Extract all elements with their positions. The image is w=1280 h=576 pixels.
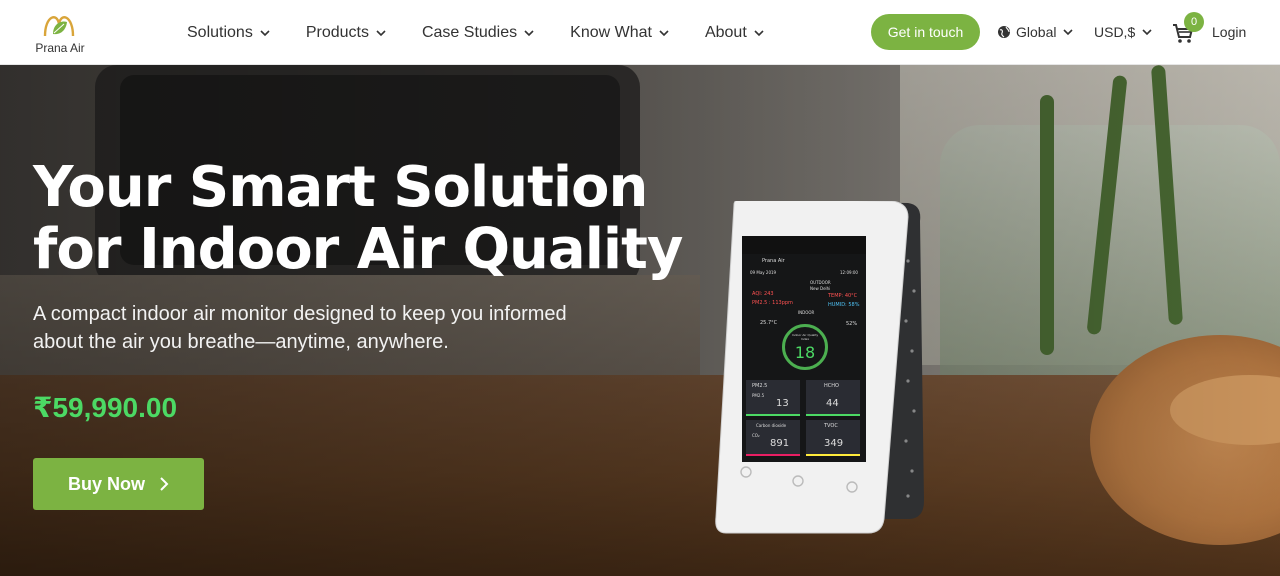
screen-date: 09 May 2019	[750, 270, 777, 275]
screen-index-value: 18	[794, 343, 816, 362]
device-screen: Prana Air 09 May 2019 12:09:00 OUTDOOR N…	[742, 254, 866, 462]
nav-know-what[interactable]: Know What	[570, 24, 669, 42]
chevron-down-icon	[260, 29, 270, 36]
region-selector[interactable]: Global	[997, 24, 1074, 40]
main-nav: Solutions Products Case Studies Know Wha…	[187, 0, 800, 65]
site-header: Prana Air Solutions Products Case Studie…	[0, 0, 1280, 65]
brand-logo[interactable]: Prana Air	[29, 10, 89, 56]
screen-tile-co2: Carbon dioxide CO₂ 891	[746, 420, 800, 456]
hero-description: A compact indoor air monitor designed to…	[33, 303, 567, 353]
screen-location: New Delhi	[810, 286, 831, 291]
get-in-touch-button[interactable]: Get in touch	[871, 14, 980, 50]
screen-indoor-humid: 52%	[846, 321, 858, 327]
nav-about-label: About	[704, 23, 747, 41]
buy-now-button[interactable]: Buy Now	[33, 458, 204, 510]
tile-value: 44	[826, 398, 839, 409]
chevron-down-icon	[376, 29, 386, 36]
screen-index-label: Indoor Air Quality Index	[791, 333, 819, 341]
nav-about[interactable]: About	[705, 24, 764, 42]
currency-selector[interactable]: USD,$	[1094, 24, 1152, 40]
chevron-down-icon	[524, 29, 534, 36]
screen-indoor-temp: 25.7°C	[760, 320, 778, 326]
nav-know-what-label: Know What	[570, 23, 652, 41]
screen-brand: Prana Air	[762, 258, 785, 264]
nav-products[interactable]: Products	[306, 24, 386, 42]
region-label: Global	[1016, 24, 1057, 40]
product-price: ₹59,990.00	[33, 392, 178, 423]
nav-case-studies[interactable]: Case Studies	[422, 24, 534, 42]
hero-banner: Your Smart Solution for Indoor Air Quali…	[0, 65, 1280, 576]
globe-icon	[998, 26, 1010, 38]
chevron-down-icon	[1063, 29, 1074, 36]
hero-title: Your Smart Solution for Indoor Air Quali…	[33, 155, 683, 282]
nav-case-studies-label: Case Studies	[421, 23, 518, 41]
hero-title-line-1: Your Smart Solution	[33, 155, 648, 220]
chevron-down-icon	[659, 29, 669, 36]
tile-label: HCHO	[824, 383, 839, 389]
screen-tile-hcho: HCHO 44	[806, 380, 860, 416]
screen-pm25-outdoor: PM2.5 : 113ppm	[752, 300, 793, 306]
chevron-down-icon	[754, 29, 764, 36]
chevron-right-icon	[160, 477, 169, 491]
brand-name: Prana Air	[35, 41, 85, 55]
tile-sub: PM2.5	[752, 393, 765, 398]
tile-value: 349	[824, 438, 844, 449]
screen-indoor-label: INDOOR	[798, 310, 815, 315]
screen-aqi: AQI: 243	[752, 291, 774, 297]
tile-value: 13	[776, 398, 789, 409]
screen-time: 12:09:00	[840, 270, 858, 275]
tile-value: 891	[770, 438, 790, 449]
chevron-down-icon	[1142, 29, 1152, 36]
screen-humid: HUMID: 58%	[828, 302, 860, 308]
nav-solutions[interactable]: Solutions	[187, 24, 270, 42]
tile-sub: CO₂	[752, 433, 760, 438]
cart-count-badge: 0	[1184, 12, 1204, 32]
login-link[interactable]: Login	[1212, 24, 1246, 40]
hero-title-line-2: for Indoor Air Quality	[33, 217, 683, 282]
tile-label: PM2.5	[752, 383, 768, 389]
currency-label: USD,$	[1094, 24, 1136, 40]
screen-temp: TEMP: 40°C	[828, 293, 858, 299]
screen-outdoor-label: OUTDOOR	[810, 280, 831, 285]
leaf-logo-icon	[43, 16, 75, 37]
screen-tile-tvoc: TVOC 349	[806, 420, 860, 456]
nav-solutions-label: Solutions	[187, 23, 253, 41]
tile-label: TVOC	[824, 423, 838, 429]
cart-button[interactable]: 0	[1172, 12, 1204, 46]
tile-label: Carbon dioxide	[756, 423, 787, 428]
buy-now-label: Buy Now	[67, 473, 145, 494]
nav-products-label: Products	[305, 23, 369, 41]
screen-tile-pm25: PM2.5 PM2.5 13	[746, 380, 800, 416]
